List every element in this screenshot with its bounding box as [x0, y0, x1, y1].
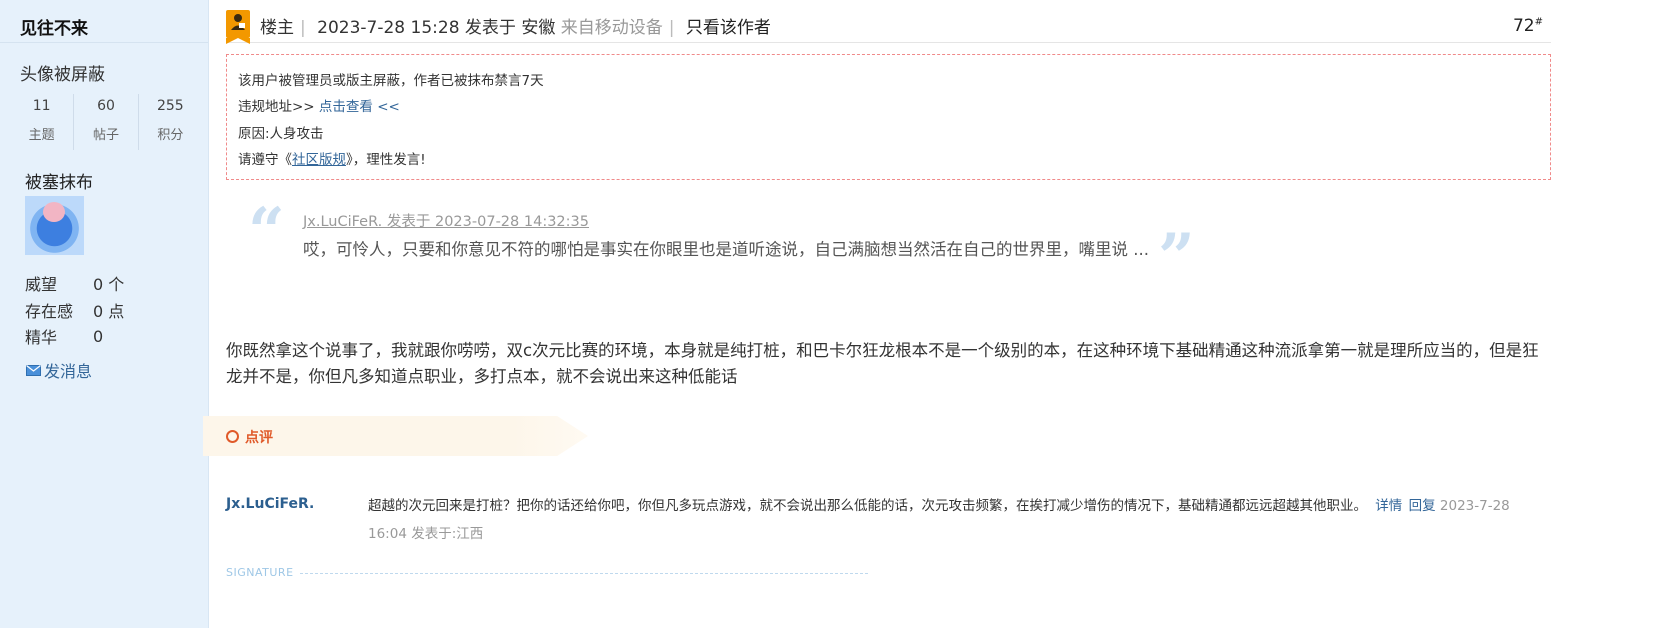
- signature-divider: [300, 573, 868, 574]
- ban-line-rules: 请遵守《社区版规》，理性发言!: [238, 148, 426, 168]
- post-device: 来自移动设备: [560, 18, 663, 38]
- quote-source-link[interactable]: Jx.LuCiFeR. 发表于 2023-07-28 14:32:35: [303, 210, 589, 231]
- metric-label: 存在感: [25, 301, 74, 321]
- quote-close-icon: ”: [1158, 220, 1195, 295]
- metric-digest: 精华 0: [25, 323, 124, 350]
- stat-value: 60: [97, 98, 115, 114]
- comment-author-link[interactable]: Jx.LuCiFeR.: [226, 496, 314, 512]
- post-location: 发表于 安徽: [464, 18, 556, 38]
- circle-icon: [226, 430, 239, 443]
- community-rules-link[interactable]: 社区版规: [292, 152, 346, 168]
- comment-item: 超越的次元回来是打桩？把你的话还给你吧，你但凡多玩点游戏，就不会说出那么低能的话…: [368, 492, 1548, 548]
- author-stats: 11 主题 60 帖子 255 积分: [10, 94, 202, 150]
- medal-figure: [43, 202, 65, 222]
- stat-topics[interactable]: 11 主题: [10, 94, 73, 150]
- metric-value: 0: [93, 326, 104, 346]
- thread-starter-label: 楼主: [260, 18, 294, 38]
- user-group[interactable]: 被塞抹布: [25, 168, 93, 193]
- comment-text: 超越的次元回来是打桩？把你的话还给你吧，你但凡多玩点游戏，就不会说出那么低能的话…: [368, 498, 1367, 514]
- thread-starter-icon: [226, 10, 250, 44]
- signature-label: SIGNATURE: [226, 566, 294, 579]
- stat-label: 积分: [157, 128, 184, 143]
- ban-notice: 该用户被管理员或版主屏蔽，作者已被抹布禁言7天 违规地址>> 点击查看 << 原…: [226, 54, 1551, 180]
- metric-value: 0 点: [93, 301, 125, 321]
- post-header: 楼主 | 2023-7-28 15:28 发表于 安徽 来自移动设备 | 只看该作者…: [226, 10, 1551, 44]
- stat-label: 帖子: [92, 128, 119, 143]
- author-metrics: 威望 0 个 存在感 0 点 精华 0: [25, 270, 124, 350]
- ban-line-status: 该用户被管理员或版主屏蔽，作者已被抹布禁言7天: [238, 73, 544, 89]
- stat-posts[interactable]: 60 帖子: [73, 94, 137, 150]
- ban-address-label: 违规地址>>: [238, 99, 315, 115]
- sidebar-divider: [0, 42, 208, 43]
- avatar-blocked-note: 头像被屏蔽: [20, 65, 105, 85]
- quote-text: 哎，可怜人，只要和你意见不符的哪怕是事实在你眼里也是道听途说，自己满脑想当然活在…: [303, 240, 1149, 259]
- floor-number[interactable]: 72#: [1513, 16, 1543, 36]
- floor-mark: #: [1534, 16, 1543, 28]
- quote-open-icon: “: [248, 194, 285, 269]
- send-message-label: 发消息: [44, 362, 93, 381]
- floor-value: 72: [1512, 16, 1535, 36]
- comment-section-header: 点评: [203, 416, 588, 456]
- separator: |: [300, 18, 306, 38]
- metric-label: 精华: [25, 328, 58, 348]
- post-content: 你既然拿这个说事了，我就跟你唠唠，双c次元比赛的环境，本身就是纯打桩，和巴卡尔狂…: [226, 341, 1539, 386]
- stat-value: 11: [32, 98, 51, 114]
- comment-section-label: 点评: [245, 430, 273, 446]
- only-author-link[interactable]: 只看该作者: [686, 18, 771, 38]
- medal-icon: [25, 196, 84, 255]
- metric-presence: 存在感 0 点: [25, 297, 124, 324]
- ban-rules-suffix: 》，理性发言!: [346, 152, 426, 168]
- ban-rules-prefix: 请遵守《: [238, 152, 292, 168]
- send-message-link[interactable]: 发消息: [26, 358, 92, 382]
- ban-line-reason: 原因:人身攻击: [238, 126, 324, 142]
- mail-icon: [26, 364, 41, 376]
- stat-value: 255: [156, 98, 184, 114]
- ban-view-link[interactable]: 点击查看 <<: [315, 99, 400, 115]
- comment-reply-link[interactable]: 回复: [1409, 498, 1436, 514]
- metric-label: 威望: [25, 275, 58, 295]
- metric-prestige: 威望 0 个: [25, 270, 124, 297]
- comment-detail-link[interactable]: 详情: [1375, 498, 1402, 514]
- ban-line-address: 违规地址>> 点击查看 <<: [238, 95, 400, 115]
- post-meta: 楼主 | 2023-7-28 15:28 发表于 安徽 来自移动设备 | 只看该作者: [260, 13, 771, 38]
- user-icon: [231, 14, 245, 30]
- author-name[interactable]: 见往不来: [20, 14, 88, 39]
- separator: |: [668, 18, 675, 38]
- stat-points[interactable]: 255 积分: [137, 94, 202, 150]
- metric-value: 0 个: [93, 275, 125, 295]
- stat-label: 主题: [28, 128, 55, 143]
- post-datetime: 2023-7-28 15:28: [317, 18, 460, 38]
- author-sidebar: 见往不来 头像被屏蔽 11 主题 60 帖子 255 积分 被塞抹布 威望 0 …: [0, 0, 209, 628]
